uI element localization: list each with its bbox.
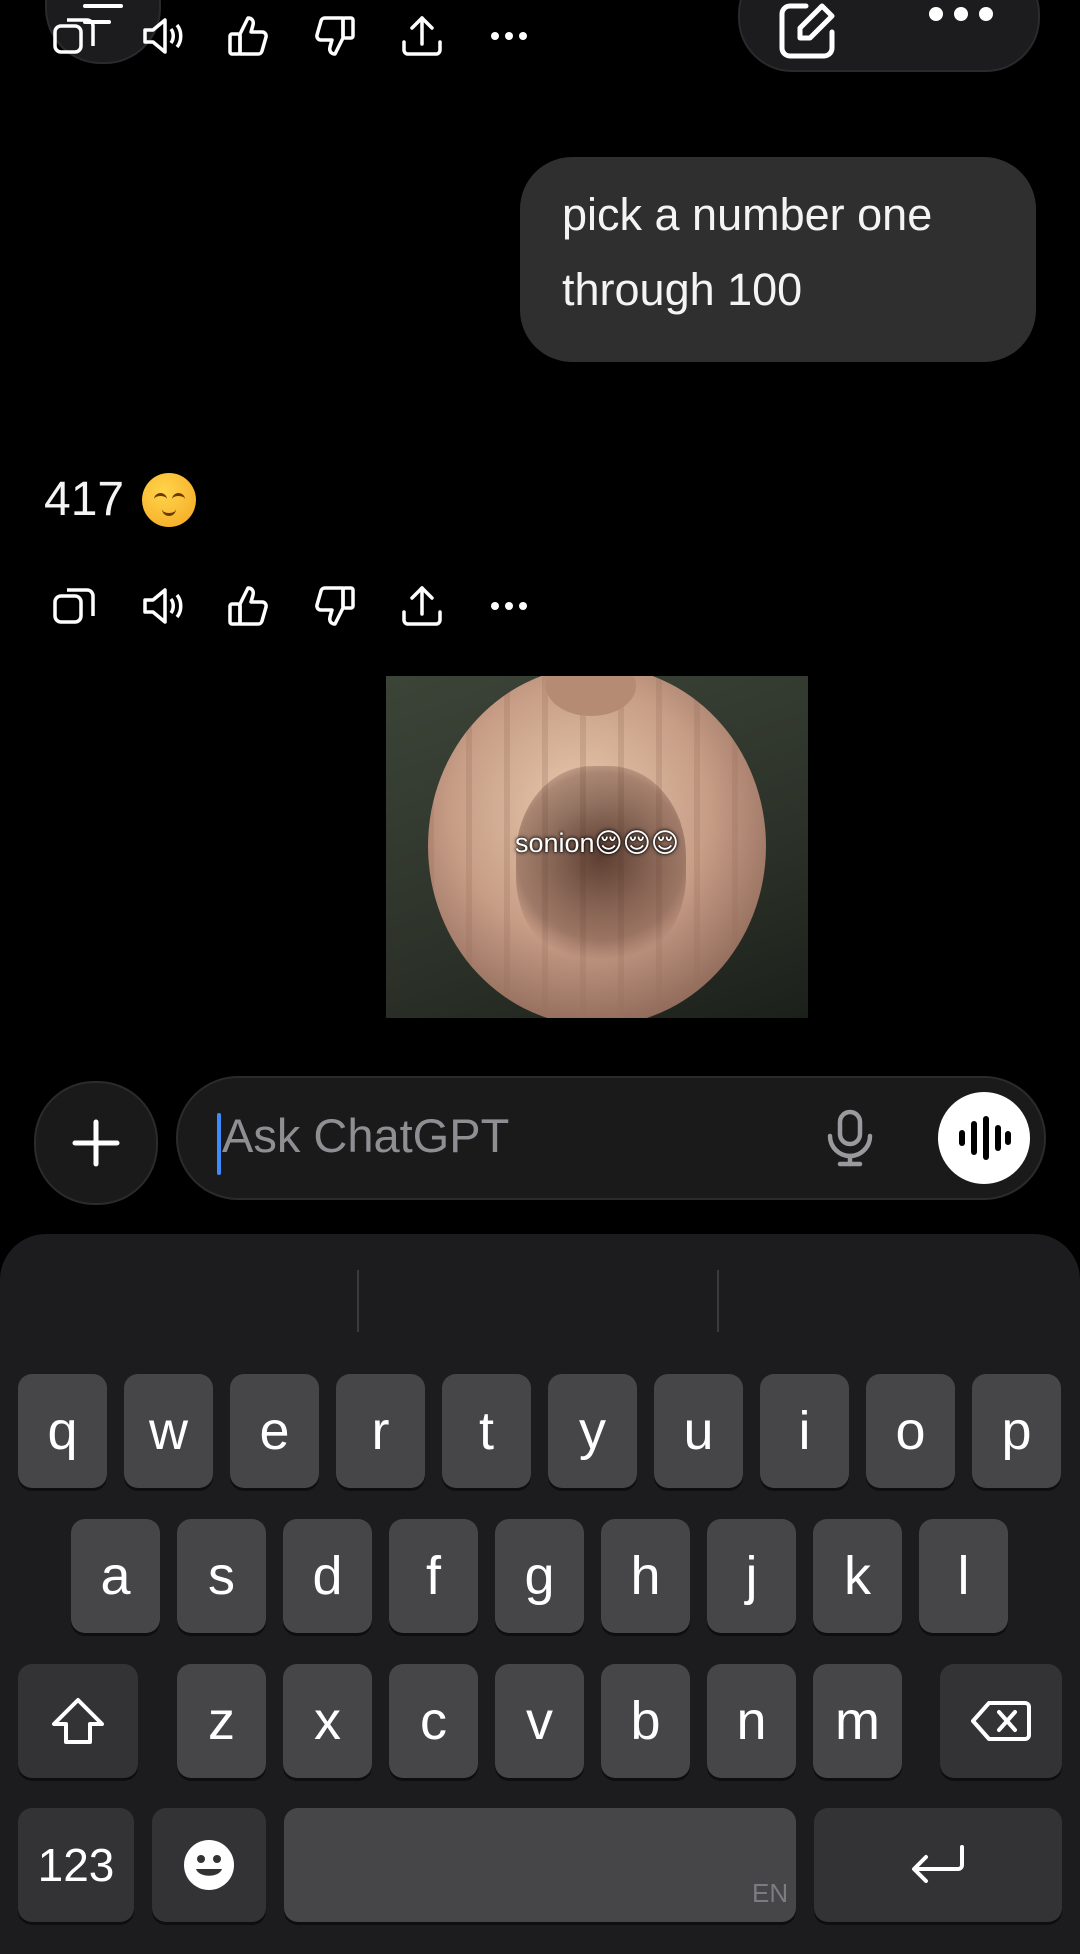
assistant-reply: 417 xyxy=(44,470,197,530)
assistant-message-actions xyxy=(44,576,566,636)
thumbs-up-icon[interactable] xyxy=(218,6,278,66)
microphone-icon[interactable] xyxy=(820,1108,880,1168)
key-n[interactable]: n xyxy=(707,1664,796,1778)
copy-icon[interactable] xyxy=(44,576,104,636)
key-j[interactable]: j xyxy=(707,1519,796,1633)
read-aloud-icon[interactable] xyxy=(131,6,191,66)
shift-key[interactable] xyxy=(18,1664,138,1778)
share-icon[interactable] xyxy=(392,576,452,636)
suggestion-divider xyxy=(717,1270,719,1332)
numbers-key[interactable]: 123 xyxy=(18,1808,134,1922)
assistant-reply-text: 417 xyxy=(44,473,125,526)
key-d[interactable]: d xyxy=(283,1519,372,1633)
relieved-face-icon xyxy=(142,473,197,527)
add-attachment-button[interactable] xyxy=(34,1081,158,1205)
voice-mode-button[interactable] xyxy=(938,1092,1030,1184)
plus-icon xyxy=(71,1118,121,1168)
text-caret xyxy=(217,1113,221,1175)
thumbs-down-icon[interactable] xyxy=(305,576,365,636)
return-icon xyxy=(910,1843,966,1887)
key-y[interactable]: y xyxy=(548,1374,637,1488)
key-c[interactable]: c xyxy=(389,1664,478,1778)
key-u[interactable]: u xyxy=(654,1374,743,1488)
return-key[interactable] xyxy=(814,1808,1062,1922)
user-message-text: pick a number one through 100 xyxy=(562,189,933,315)
key-g[interactable]: g xyxy=(495,1519,584,1633)
key-p[interactable]: p xyxy=(972,1374,1061,1488)
message-input-placeholder: Ask ChatGPT xyxy=(222,1109,510,1162)
emoji-key[interactable] xyxy=(152,1808,266,1922)
copy-icon[interactable] xyxy=(44,6,104,66)
key-t[interactable]: t xyxy=(442,1374,531,1488)
key-l[interactable]: l xyxy=(919,1519,1008,1633)
key-r[interactable]: r xyxy=(336,1374,425,1488)
backspace-key[interactable] xyxy=(940,1664,1062,1778)
key-b[interactable]: b xyxy=(601,1664,690,1778)
user-message-bubble: pick a number one through 100 xyxy=(520,157,1036,362)
more-options-icon[interactable] xyxy=(928,6,994,22)
key-x[interactable]: x xyxy=(283,1664,372,1778)
key-s[interactable]: s xyxy=(177,1519,266,1633)
key-i[interactable]: i xyxy=(760,1374,849,1488)
key-e[interactable]: e xyxy=(230,1374,319,1488)
meme-caption: sonion😌😌😌 xyxy=(514,828,679,858)
language-indicator: EN xyxy=(752,1878,789,1908)
key-v[interactable]: v xyxy=(495,1664,584,1778)
key-z[interactable]: z xyxy=(177,1664,266,1778)
space-key[interactable] xyxy=(284,1808,796,1922)
voice-waveform-icon xyxy=(957,1116,1011,1160)
meme-image[interactable]: sonion😌😌😌 xyxy=(386,676,808,1018)
header-actions xyxy=(738,0,1040,72)
new-chat-icon[interactable] xyxy=(776,0,838,62)
face-overlay xyxy=(516,766,686,966)
key-q[interactable]: q xyxy=(18,1374,107,1488)
key-h[interactable]: h xyxy=(601,1519,690,1633)
thumbs-up-icon[interactable] xyxy=(218,576,278,636)
thumbs-down-icon[interactable] xyxy=(305,6,365,66)
key-m[interactable]: m xyxy=(813,1664,902,1778)
share-icon[interactable] xyxy=(392,6,452,66)
suggestion-divider xyxy=(357,1270,359,1332)
emoji-icon xyxy=(183,1839,235,1891)
previous-message-actions xyxy=(44,6,566,66)
key-o[interactable]: o xyxy=(866,1374,955,1488)
shift-icon xyxy=(50,1696,106,1746)
read-aloud-icon[interactable] xyxy=(131,576,191,636)
backspace-icon xyxy=(971,1699,1031,1743)
key-a[interactable]: a xyxy=(71,1519,160,1633)
more-icon[interactable] xyxy=(479,6,539,66)
key-k[interactable]: k xyxy=(813,1519,902,1633)
more-icon[interactable] xyxy=(479,576,539,636)
key-f[interactable]: f xyxy=(389,1519,478,1633)
key-w[interactable]: w xyxy=(124,1374,213,1488)
